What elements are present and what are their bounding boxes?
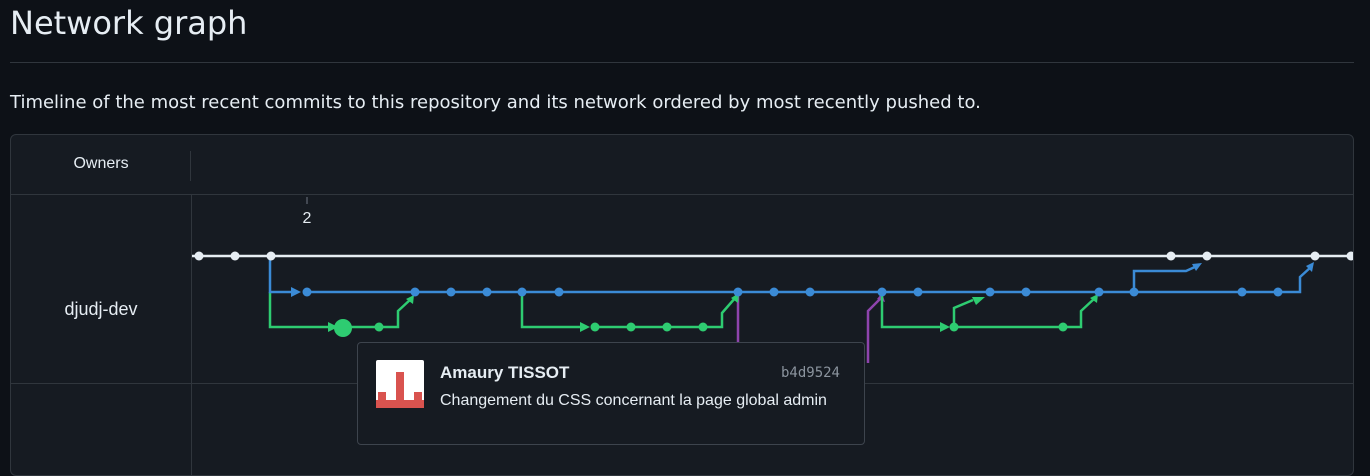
green-commits[interactable] (334, 319, 1068, 337)
date-label: 2 (303, 210, 312, 227)
title-divider (10, 62, 1354, 63)
page-subtitle: Timeline of the most recent commits to t… (10, 92, 981, 113)
author-avatar (376, 360, 424, 408)
blue-branch-lines (268, 256, 1312, 294)
green-branch-lines (268, 292, 1096, 329)
commit-sha: b4d9524 (780, 365, 840, 381)
commit-message: Changement du CSS concernant la page glo… (440, 392, 827, 409)
page-title: Network graph (10, 4, 248, 42)
commit-author: Amaury TISSOT (440, 363, 570, 382)
commit-tooltip: Amaury TISSOT b4d9524 Changement du CSS … (357, 342, 865, 445)
